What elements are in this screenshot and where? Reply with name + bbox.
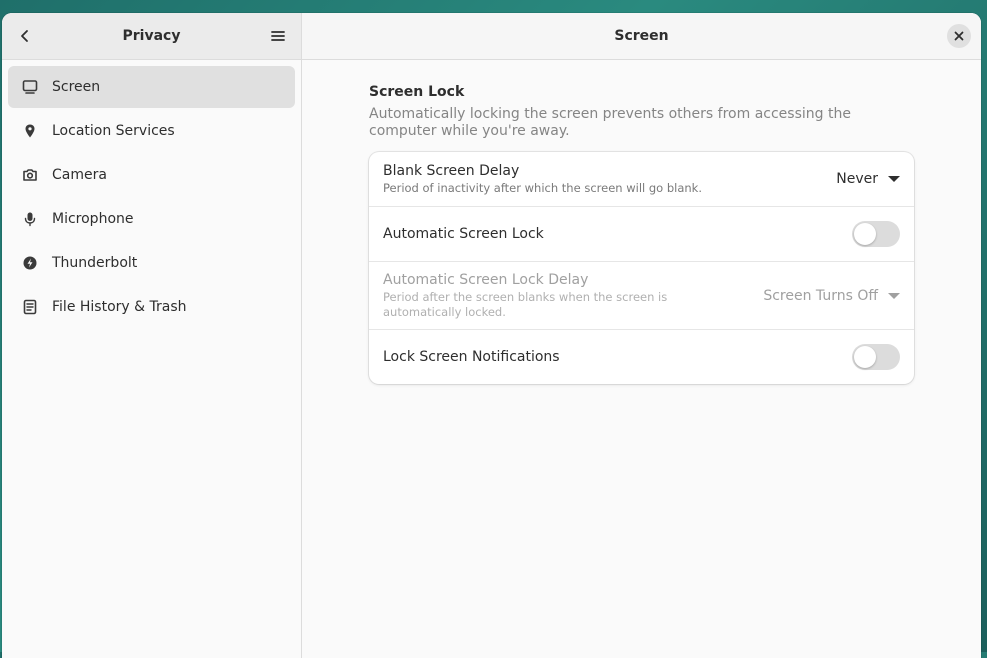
dropdown-arrow-icon: [888, 292, 900, 299]
sidebar-item-screen[interactable]: Screen: [8, 66, 295, 108]
sidebar-item-label: Camera: [52, 167, 107, 183]
microphone-icon: [22, 211, 38, 227]
lock-screen-notifications-row[interactable]: Lock Screen Notifications: [369, 330, 914, 384]
sidebar-item-location-services[interactable]: Location Services: [8, 110, 295, 152]
sidebar-item-label: File History & Trash: [52, 299, 187, 315]
location-pin-icon: [22, 123, 38, 139]
close-icon: [954, 31, 964, 41]
settings-card: Blank Screen Delay Period of inactivity …: [369, 152, 914, 384]
camera-icon: [22, 167, 38, 183]
lock-screen-notifications-switch[interactable]: [852, 344, 900, 370]
dropdown-value: Screen Turns Off: [763, 287, 878, 304]
section-description: Automatically locking the screen prevent…: [369, 106, 851, 139]
settings-window: Privacy Screen Location Services Camera …: [2, 13, 981, 658]
sidebar-list: Screen Location Services Camera Micropho…: [2, 60, 301, 658]
dropdown-value: Never: [836, 171, 878, 187]
content-pane: Screen Screen Lock Automatically locking…: [302, 13, 981, 658]
sidebar-item-microphone[interactable]: Microphone: [8, 198, 295, 240]
screen-lock-section: Screen Lock Automatically locking the sc…: [369, 84, 914, 384]
blank-screen-delay-row[interactable]: Blank Screen Delay Period of inactivity …: [369, 152, 914, 207]
row-subtitle: Period after the screen blanks when the …: [383, 289, 668, 319]
section-title: Screen Lock: [369, 84, 465, 100]
switch-knob: [854, 346, 876, 368]
chevron-left-icon: [21, 30, 28, 42]
row-label: Automatic Screen Lock Delay: [383, 271, 589, 288]
dropdown-arrow-icon: [888, 176, 900, 182]
page-title: Screen: [614, 28, 669, 44]
file-history-icon: [22, 299, 38, 315]
sidebar: Privacy Screen Location Services Camera …: [2, 13, 302, 658]
blank-screen-delay-dropdown[interactable]: Never: [836, 171, 900, 187]
automatic-screen-lock-delay-row: Automatic Screen Lock Delay Period after…: [369, 262, 914, 330]
sidebar-title: Privacy: [122, 28, 181, 44]
row-text: Automatic Screen Lock Delay Period after…: [383, 272, 738, 320]
row-label: Lock Screen Notifications: [383, 349, 560, 365]
sidebar-item-label: Location Services: [52, 123, 175, 139]
sidebar-item-label: Screen: [52, 79, 101, 95]
sidebar-item-file-history-trash[interactable]: File History & Trash: [8, 286, 295, 328]
row-label: Blank Screen Delay: [383, 162, 520, 179]
monitor-icon: [22, 79, 38, 95]
row-label: Automatic Screen Lock: [383, 226, 544, 242]
automatic-screen-lock-delay-dropdown: Screen Turns Off: [763, 288, 900, 304]
automatic-screen-lock-row[interactable]: Automatic Screen Lock: [369, 207, 914, 262]
close-button[interactable]: [947, 24, 971, 48]
row-text: Blank Screen Delay Period of inactivity …: [383, 163, 702, 196]
automatic-screen-lock-switch[interactable]: [852, 221, 900, 247]
content-header: Screen: [302, 13, 981, 60]
hamburger-menu-icon: [271, 31, 285, 41]
menu-button[interactable]: [267, 25, 289, 47]
switch-knob: [854, 223, 876, 245]
back-button[interactable]: [14, 25, 36, 47]
sidebar-header: Privacy: [2, 13, 301, 60]
sidebar-item-camera[interactable]: Camera: [8, 154, 295, 196]
thunderbolt-icon: [22, 255, 38, 271]
sidebar-item-label: Thunderbolt: [52, 255, 138, 271]
sidebar-item-label: Microphone: [52, 211, 134, 227]
row-subtitle: Period of inactivity after which the scr…: [383, 180, 702, 195]
sidebar-item-thunderbolt[interactable]: Thunderbolt: [8, 242, 295, 284]
